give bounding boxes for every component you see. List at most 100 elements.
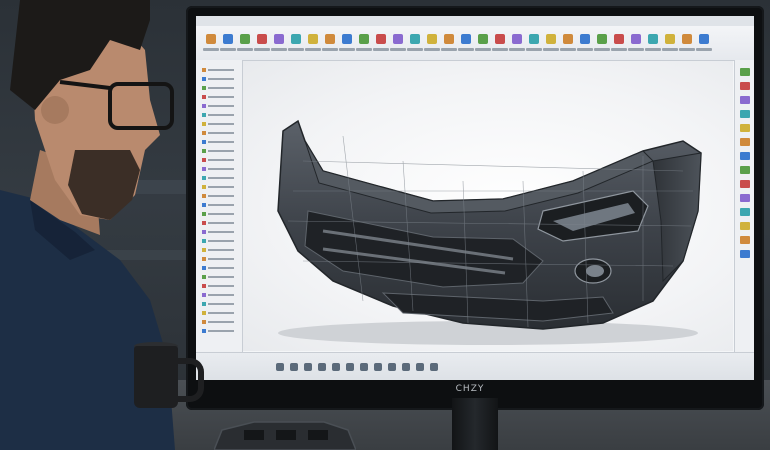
model-tree-item[interactable]: [202, 302, 236, 306]
model-tree-item[interactable]: [202, 275, 236, 279]
display-tool-icon[interactable]: [740, 208, 750, 216]
toolbar-tool-icon[interactable]: [580, 34, 590, 44]
display-tool-icon[interactable]: [740, 152, 750, 160]
toolbar-tool-icon[interactable]: [546, 34, 556, 44]
model-tree-item[interactable]: [202, 140, 236, 144]
taskbar-app-icon[interactable]: [290, 363, 298, 371]
model-tree-item[interactable]: [202, 257, 236, 261]
display-tool-icon[interactable]: [740, 82, 750, 90]
model-tree-item[interactable]: [202, 104, 236, 108]
model-tree-item[interactable]: [202, 149, 236, 153]
display-tool-icon[interactable]: [740, 68, 750, 76]
display-tool-icon[interactable]: [740, 236, 750, 244]
ear: [41, 96, 69, 124]
model-tree-item[interactable]: [202, 230, 236, 234]
toolbar-tool-icon[interactable]: [257, 34, 267, 44]
taskbar-app-icon[interactable]: [388, 363, 396, 371]
toolbar-tool-icon[interactable]: [240, 34, 250, 44]
taskbar-app-icon[interactable]: [374, 363, 382, 371]
toolbar-tool-icon[interactable]: [342, 34, 352, 44]
model-tree-item[interactable]: [202, 329, 236, 333]
toolbar-tool-icon[interactable]: [206, 34, 216, 44]
toolbar-tool-label: [356, 48, 372, 51]
display-tool-icon[interactable]: [740, 124, 750, 132]
tree-node-label: [208, 249, 234, 251]
toolbar-tool-icon[interactable]: [444, 34, 454, 44]
toolbar-tool-icon[interactable]: [495, 34, 505, 44]
model-tree-item[interactable]: [202, 185, 236, 189]
toolbar-tool-icon[interactable]: [665, 34, 675, 44]
tree-node-label: [208, 114, 234, 116]
toolbar-tool-icon[interactable]: [427, 34, 437, 44]
display-tool-icon[interactable]: [740, 110, 750, 118]
fog-light-lens: [586, 265, 604, 277]
model-tree-item[interactable]: [202, 239, 236, 243]
tree-node-label: [208, 321, 234, 323]
model-tree-item[interactable]: [202, 221, 236, 225]
toolbar-tool-icon[interactable]: [325, 34, 335, 44]
model-tree-item[interactable]: [202, 320, 236, 324]
toolbar-tool-icon[interactable]: [359, 34, 369, 44]
taskbar-app-icon[interactable]: [416, 363, 424, 371]
taskbar: [196, 352, 754, 380]
taskbar-app-icon[interactable]: [402, 363, 410, 371]
display-tool-icon[interactable]: [740, 180, 750, 188]
toolbar-tool-icon[interactable]: [563, 34, 573, 44]
model-tree-item[interactable]: [202, 311, 236, 315]
model-tree-item[interactable]: [202, 248, 236, 252]
taskbar-app-icon[interactable]: [332, 363, 340, 371]
model-tree-item[interactable]: [202, 113, 236, 117]
taskbar-app-icon[interactable]: [430, 363, 438, 371]
model-tree-item[interactable]: [202, 77, 236, 81]
toolbar-tool-icon[interactable]: [512, 34, 522, 44]
cad-screen: [196, 16, 754, 380]
toolbar-tool-icon[interactable]: [461, 34, 471, 44]
model-tree-item[interactable]: [202, 203, 236, 207]
taskbar-app-icon[interactable]: [318, 363, 326, 371]
toolbar-tool-icon[interactable]: [393, 34, 403, 44]
toolbar-tool-icon[interactable]: [699, 34, 709, 44]
model-tree-item[interactable]: [202, 68, 236, 72]
toolbar-tool-icon[interactable]: [529, 34, 539, 44]
model-tree-item[interactable]: [202, 293, 236, 297]
display-tool-icon[interactable]: [740, 138, 750, 146]
model-tree-item[interactable]: [202, 194, 236, 198]
model-tree-item[interactable]: [202, 158, 236, 162]
display-tool-icon[interactable]: [740, 250, 750, 258]
model-tree-item[interactable]: [202, 95, 236, 99]
model-tree-item[interactable]: [202, 212, 236, 216]
display-tool-icon[interactable]: [740, 166, 750, 174]
toolbar-tool-icon[interactable]: [597, 34, 607, 44]
tree-node-label: [208, 285, 234, 287]
tree-node-icon: [202, 176, 206, 180]
display-tool-icon[interactable]: [740, 96, 750, 104]
taskbar-app-icon[interactable]: [346, 363, 354, 371]
toolbar-tool-icon[interactable]: [308, 34, 318, 44]
toolbar-tool-icon[interactable]: [682, 34, 692, 44]
taskbar-app-icon[interactable]: [304, 363, 312, 371]
model-tree-item[interactable]: [202, 167, 236, 171]
toolbar-tool-icon[interactable]: [648, 34, 658, 44]
toolbar-tool-icon[interactable]: [631, 34, 641, 44]
tree-node-label: [208, 132, 234, 134]
taskbar-app-icon[interactable]: [360, 363, 368, 371]
model-tree-item[interactable]: [202, 176, 236, 180]
toolbar-tool-label: [441, 48, 457, 51]
display-tool-icon[interactable]: [740, 194, 750, 202]
toolbar-tool-icon[interactable]: [478, 34, 488, 44]
taskbar-app-icon[interactable]: [276, 363, 284, 371]
toolbar-tool-icon[interactable]: [410, 34, 420, 44]
model-tree-item[interactable]: [202, 284, 236, 288]
model-tree-item[interactable]: [202, 131, 236, 135]
model-tree-item[interactable]: [202, 122, 236, 126]
toolbar-tool-icon[interactable]: [291, 34, 301, 44]
toolbar-tool-icon[interactable]: [614, 34, 624, 44]
toolbar-tool-label: [458, 48, 474, 51]
model-tree-item[interactable]: [202, 86, 236, 90]
model-tree-item[interactable]: [202, 266, 236, 270]
display-tool-icon[interactable]: [740, 222, 750, 230]
toolbar-tool-icon[interactable]: [223, 34, 233, 44]
toolbar-tool-icon[interactable]: [376, 34, 386, 44]
toolbar-tool-icon[interactable]: [274, 34, 284, 44]
model-tree-panel: [196, 60, 243, 352]
